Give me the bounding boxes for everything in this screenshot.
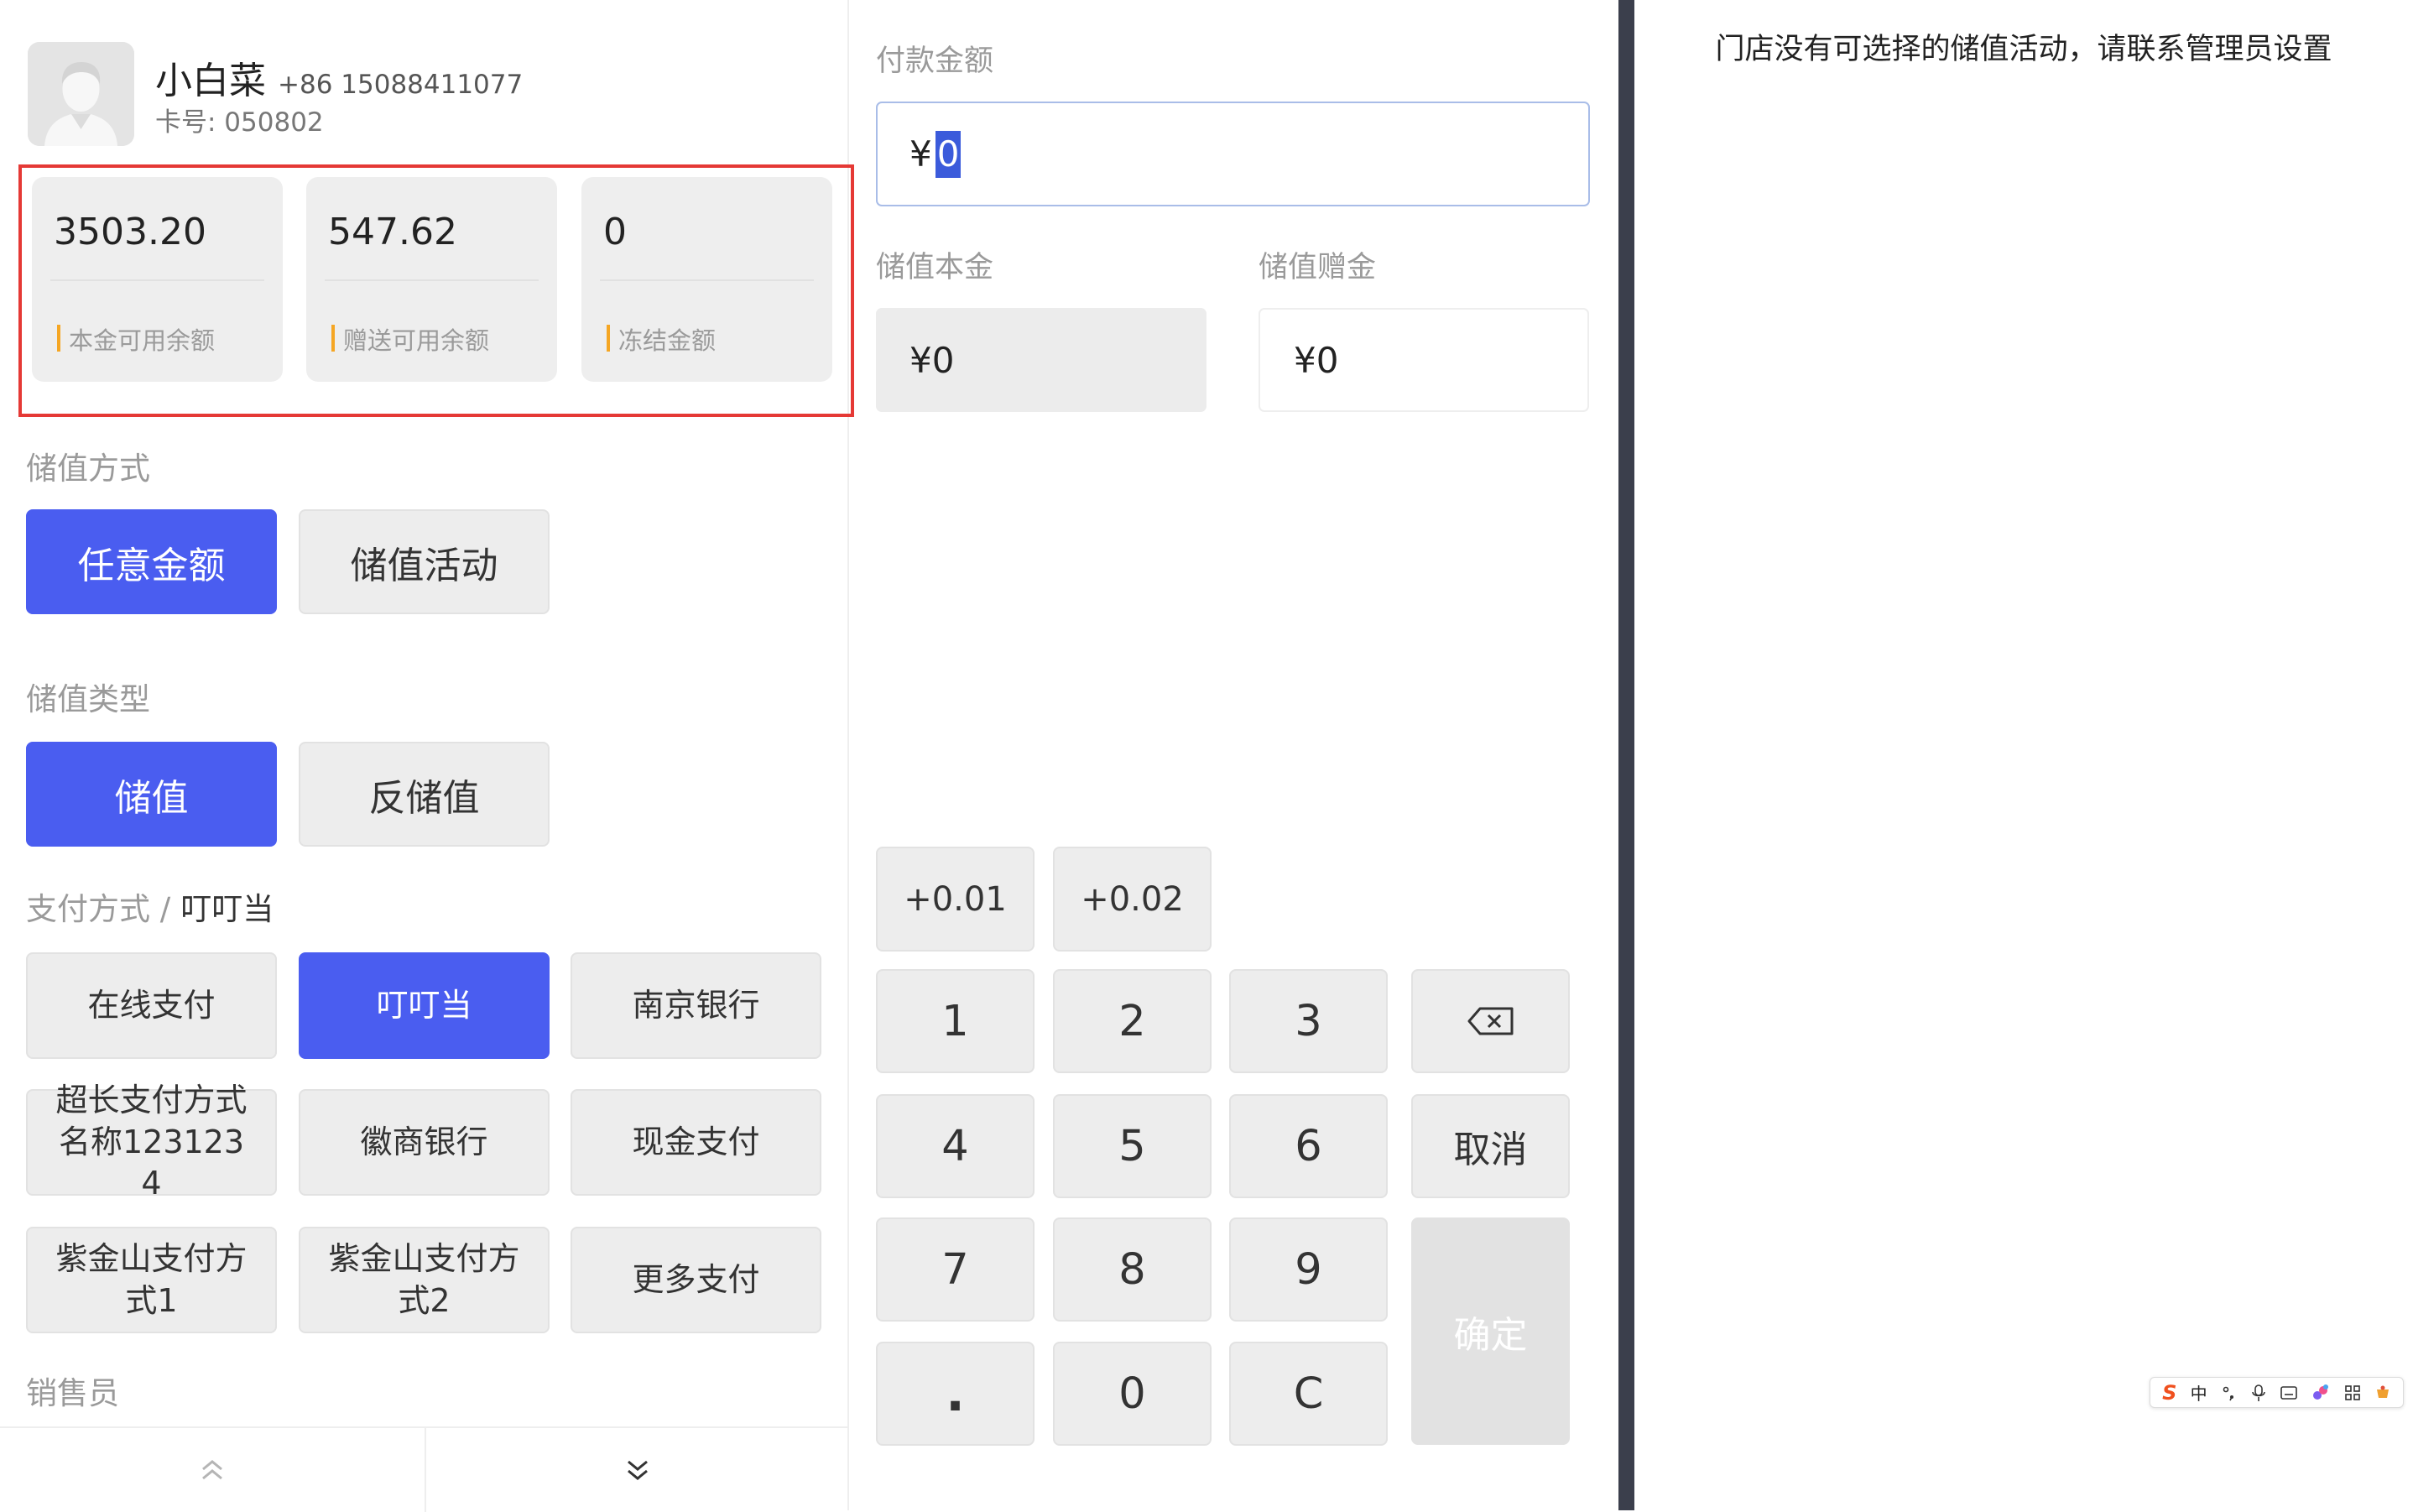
recharge-type-label: 储值类型 [26, 681, 150, 717]
principal-value-field: ¥0 [876, 308, 1206, 412]
no-activity-notice: 门店没有可选择的储值活动，请联系管理员设置 [1715, 33, 2332, 66]
toolbox-grid-icon[interactable] [2344, 1384, 2361, 1401]
payment-option-button[interactable]: 紫金山支付方式1 [26, 1227, 277, 1333]
payment-option-label: 超长支付方式名称1231234 [55, 1082, 248, 1202]
backspace-key[interactable] [1411, 969, 1570, 1073]
recharge-type-recharge-button[interactable]: 储值 [26, 742, 277, 847]
cancel-button[interactable]: 取消 [1411, 1094, 1570, 1198]
balance-label: 赠送可用余额 [343, 326, 490, 355]
payment-method-header: 支付方式 / 叮叮当 [26, 884, 274, 929]
recharge-method-any-amount-button[interactable]: 任意金额 [26, 509, 277, 614]
keypad-key-3[interactable]: 3 [1229, 969, 1388, 1073]
confirm-button[interactable]: 确定 [1411, 1217, 1570, 1445]
recharge-method-activity-button[interactable]: 储值活动 [299, 509, 550, 614]
payment-option-button[interactable]: 南京银行 [571, 952, 821, 1059]
balance-label: 本金可用余额 [69, 326, 216, 355]
keyboard-icon[interactable] [2280, 1384, 2298, 1401]
keypad-key-2[interactable]: 2 [1053, 969, 1212, 1073]
balance-value: 547.62 [328, 211, 457, 253]
payment-option-button[interactable]: 超长支付方式名称1231234 [26, 1082, 277, 1202]
payment-option-label: 紫金山支付方式2 [328, 1240, 520, 1319]
payment-option-label: 南京银行 [632, 986, 760, 1024]
balance-card-principal: 3503.20 本金可用余额 [32, 177, 283, 382]
card-divider [600, 279, 814, 281]
payment-option-label: 紫金山支付方式1 [55, 1240, 248, 1319]
member-name: 小白菜 [155, 60, 266, 102]
bonus-label: 储值赠金 [1259, 251, 1377, 284]
recharge-method-label: 储值方式 [26, 451, 150, 487]
balance-value: 0 [603, 211, 627, 253]
payment-option-label: 在线支付 [87, 986, 216, 1024]
ime-mode-toggle[interactable]: 中 [2191, 1380, 2207, 1405]
scroll-up-button[interactable] [0, 1428, 425, 1512]
member-card-number: 卡号: 050802 [155, 107, 324, 138]
ime-logo[interactable]: S [2162, 1381, 2176, 1405]
payment-option-label: 现金支付 [632, 1123, 760, 1160]
keypad-key-7[interactable]: 7 [876, 1217, 1035, 1322]
label-accent-bar [57, 325, 60, 352]
keypad-key-clear[interactable]: C [1229, 1342, 1388, 1446]
label-accent-bar [607, 325, 610, 352]
payment-option-button[interactable]: 现金支付 [571, 1089, 821, 1196]
payment-option-button[interactable]: 紫金山支付方式2 [299, 1227, 550, 1333]
payment-option-label: 更多支付 [632, 1260, 760, 1298]
salesperson-label: 销售员 [26, 1375, 119, 1411]
balance-card-bonus: 547.62 赠送可用余额 [306, 177, 557, 382]
punctuation-icon[interactable] [2221, 1384, 2238, 1401]
payment-option-label: 徽商银行 [360, 1123, 488, 1160]
pay-amount-label: 付款金额 [876, 44, 994, 78]
double-chevron-up-icon [202, 1460, 222, 1480]
quick-add-0-01-key[interactable]: +0.01 [876, 847, 1035, 952]
microphone-icon[interactable] [2251, 1384, 2266, 1402]
panel-divider-bar[interactable] [1618, 0, 1634, 1510]
keypad-key-8[interactable]: 8 [1053, 1217, 1212, 1322]
recharge-type-reverse-button[interactable]: 反储值 [299, 742, 550, 847]
member-phone: +86 15088411077 [278, 70, 524, 100]
backspace-icon [1467, 1007, 1513, 1035]
double-chevron-down-icon [628, 1460, 648, 1480]
label-accent-bar [331, 325, 335, 352]
ime-toolbar[interactable]: S 中 [2150, 1377, 2404, 1408]
user-avatar-icon [28, 42, 134, 146]
keypad-key-6[interactable]: 6 [1229, 1094, 1388, 1198]
member-header: 小白菜 +86 15088411077 [155, 50, 523, 104]
payment-option-button[interactable]: 叮叮当 [299, 952, 550, 1059]
keypad-key-4[interactable]: 4 [876, 1094, 1035, 1198]
ime-settings-icon[interactable] [2374, 1384, 2391, 1401]
card-divider [325, 279, 539, 281]
pay-amount-value: 0 [935, 130, 962, 178]
card-divider [50, 279, 264, 281]
quick-add-0-02-key[interactable]: +0.02 [1053, 847, 1212, 952]
payment-option-button[interactable]: 在线支付 [26, 952, 277, 1059]
keypad-key-1[interactable]: 1 [876, 969, 1035, 1073]
balance-card-frozen: 0 冻结金额 [581, 177, 832, 382]
principal-label: 储值本金 [876, 251, 994, 284]
payment-option-label: 叮叮当 [376, 986, 472, 1024]
keypad-key-5[interactable]: 5 [1053, 1094, 1212, 1198]
scroll-down-button[interactable] [425, 1428, 849, 1512]
pay-amount-input[interactable]: ¥ 0 [876, 102, 1590, 206]
scroll-footer [0, 1426, 849, 1512]
bonus-value-field[interactable]: ¥0 [1259, 308, 1589, 412]
balance-label: 冻结金额 [618, 326, 717, 355]
payment-method-current: 叮叮当 [180, 891, 274, 927]
payment-option-button[interactable]: 徽商银行 [299, 1089, 550, 1196]
more-payment-button[interactable]: 更多支付 [571, 1227, 821, 1333]
keypad-key-decimal[interactable]: . [876, 1342, 1035, 1446]
keypad-key-0[interactable]: 0 [1053, 1342, 1212, 1446]
balance-value: 3503.20 [54, 211, 206, 253]
skin-icon[interactable] [2311, 1384, 2330, 1402]
currency-symbol: ¥ [909, 133, 932, 175]
payment-method-label: 支付方式 / [26, 891, 171, 927]
keypad-key-9[interactable]: 9 [1229, 1217, 1388, 1322]
